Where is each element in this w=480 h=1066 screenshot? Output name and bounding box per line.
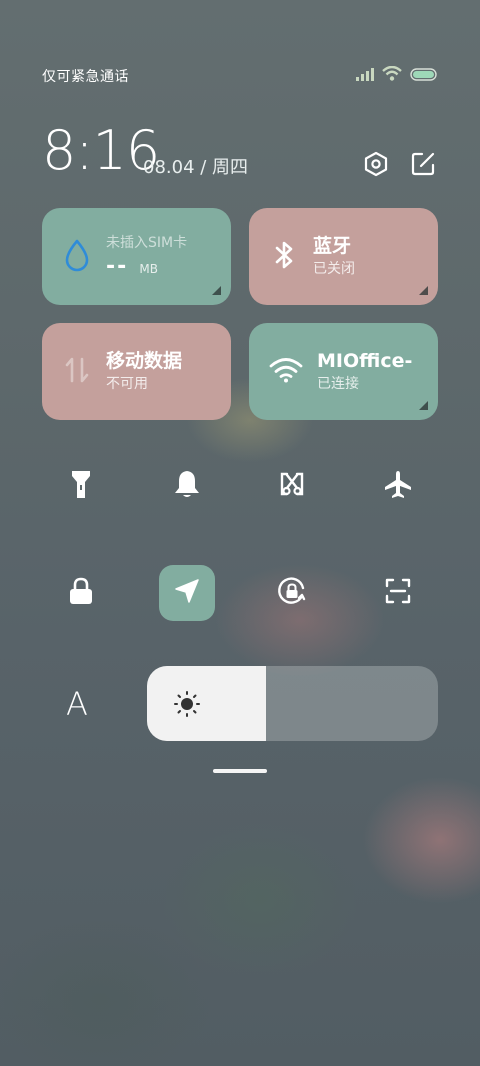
tile-expand-corner xyxy=(212,286,221,295)
lock-screen-toggle[interactable] xyxy=(53,565,109,621)
bluetooth-title: 蓝牙 xyxy=(313,234,352,257)
scan-icon xyxy=(384,577,412,609)
flashlight-toggle[interactable] xyxy=(53,458,109,514)
mobile-data-status: 不可用 xyxy=(106,375,148,392)
bluetooth-status: 已关闭 xyxy=(313,260,355,277)
data-usage-unit: MB xyxy=(139,261,158,276)
flashlight-icon xyxy=(69,468,93,504)
data-arrows-icon xyxy=(62,353,92,391)
status-carrier-text: 仅可紧急通话 xyxy=(42,69,129,85)
rotation-lock-toggle[interactable] xyxy=(264,565,320,621)
scanner-toggle[interactable] xyxy=(370,565,426,621)
edit-icon[interactable] xyxy=(408,149,438,179)
clock-time: 8:16 xyxy=(42,119,160,182)
battery-icon xyxy=(410,66,438,85)
brightness-slider[interactable] xyxy=(147,666,438,741)
airplane-toggle[interactable] xyxy=(370,458,426,514)
data-usage-label: 未插入SIM卡 xyxy=(106,234,188,251)
rotation-lock-icon xyxy=(276,575,308,611)
data-usage-value: -- xyxy=(106,253,129,279)
sound-toggle[interactable] xyxy=(159,458,215,514)
clock-date: 08.04 / 周四 xyxy=(143,157,249,178)
auto-brightness-button[interactable]: A xyxy=(66,686,88,722)
signal-bars-icon xyxy=(356,66,374,85)
lock-icon xyxy=(68,577,94,609)
tile-expand-corner xyxy=(419,401,428,410)
wifi-status: 已连接 xyxy=(317,375,359,392)
location-toggle[interactable] xyxy=(159,565,215,621)
mobile-data-tile[interactable]: 移动数据 不可用 xyxy=(42,323,231,420)
sun-icon xyxy=(173,690,201,722)
wifi-icon xyxy=(382,65,402,85)
bluetooth-tile[interactable]: 蓝牙 已关闭 xyxy=(249,208,438,305)
wifi-title: MIOffice- xyxy=(317,349,413,372)
dismiss-handle[interactable] xyxy=(213,769,267,773)
water-drop-icon xyxy=(62,238,92,276)
status-icons xyxy=(356,65,438,85)
data-usage-tile[interactable]: 未插入SIM卡 -- MB xyxy=(42,208,231,305)
wifi-icon xyxy=(269,355,303,389)
tile-expand-corner xyxy=(419,286,428,295)
mobile-data-title: 移动数据 xyxy=(106,349,183,372)
screenshot-icon xyxy=(278,470,306,502)
bell-icon xyxy=(173,469,201,503)
settings-icon[interactable] xyxy=(361,149,391,179)
location-icon xyxy=(174,578,200,608)
bluetooth-icon xyxy=(269,238,299,276)
wifi-tile[interactable]: MIOffice- 已连接 xyxy=(249,323,438,420)
airplane-icon xyxy=(383,469,413,503)
brightness-slider-fill xyxy=(147,666,267,741)
screenshot-toggle[interactable] xyxy=(264,458,320,514)
